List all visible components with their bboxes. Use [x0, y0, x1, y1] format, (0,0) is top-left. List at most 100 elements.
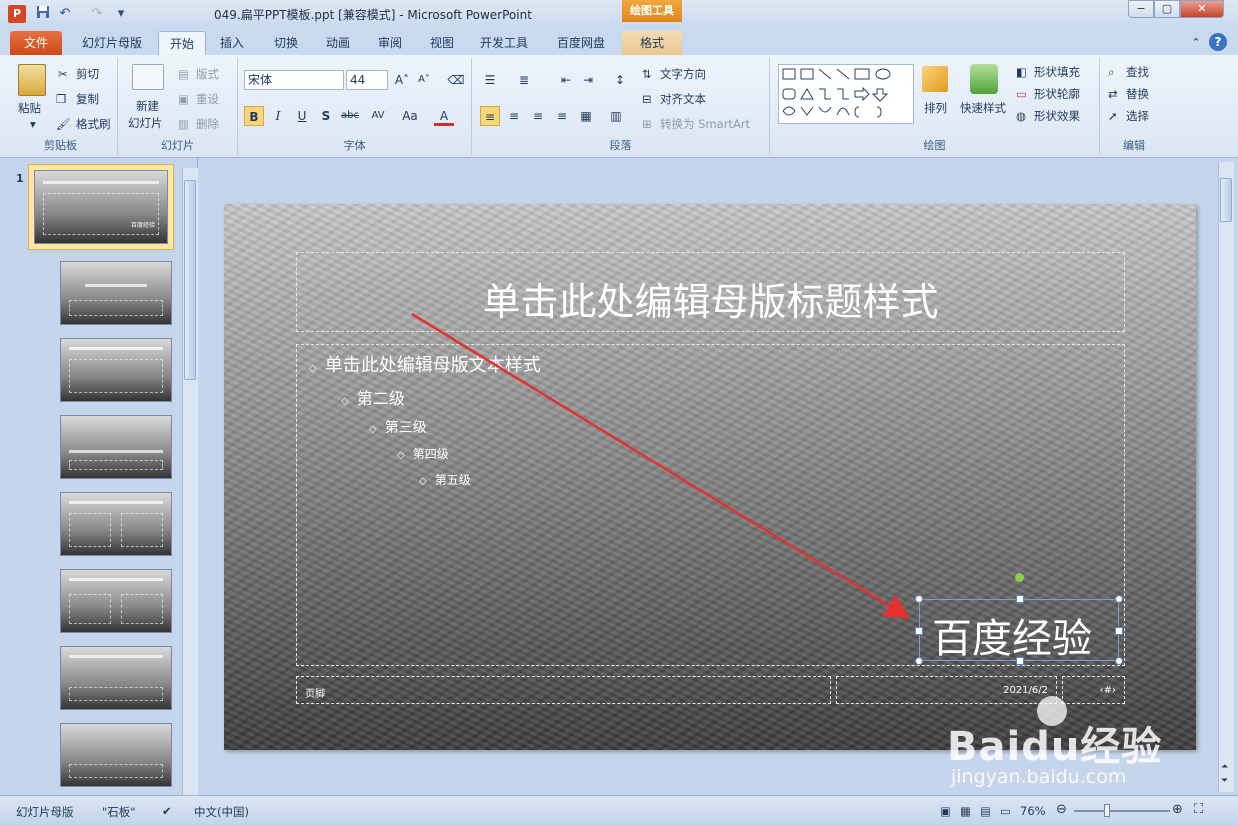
- shape-fill-icon[interactable]: ◧: [1016, 64, 1027, 80]
- replace-button[interactable]: 替换: [1126, 86, 1149, 102]
- thumbnail-layout-2[interactable]: [60, 338, 172, 402]
- cut-button[interactable]: 剪切: [76, 66, 99, 82]
- wordart-textbox[interactable]: 百度经验: [915, 573, 1123, 665]
- zoom-slider-track[interactable]: [1074, 810, 1170, 812]
- align-center-icon[interactable]: ≡: [504, 106, 524, 126]
- quick-styles-button[interactable]: 快速样式: [960, 100, 1006, 116]
- distributed-icon[interactable]: ▦: [576, 106, 596, 126]
- rotation-handle[interactable]: [1015, 573, 1024, 582]
- copy-icon[interactable]: ❐: [56, 91, 66, 107]
- tab-format[interactable]: 格式: [622, 31, 682, 55]
- tab-developer[interactable]: 开发工具: [472, 31, 536, 55]
- font-name-combo[interactable]: 宋体: [244, 70, 344, 90]
- shrink-font-icon[interactable]: A˅: [414, 70, 434, 90]
- resize-handle-e[interactable]: [1115, 627, 1123, 635]
- thumbnail-master[interactable]: 百度经验: [34, 170, 168, 244]
- shape-fill-button[interactable]: 形状填充: [1034, 64, 1080, 80]
- minimize-button[interactable]: −: [1128, 0, 1154, 18]
- next-slide-icon[interactable]: ⏷: [1221, 776, 1228, 786]
- font-size-combo[interactable]: 44: [346, 70, 388, 90]
- slide-scroll-thumb[interactable]: [1220, 178, 1232, 222]
- customize-qat-icon[interactable]: ▾: [112, 5, 130, 23]
- undo-icon[interactable]: ↶: [56, 5, 74, 23]
- thumbnail-layout-6[interactable]: [60, 646, 172, 710]
- format-painter-button[interactable]: 格式刷: [76, 116, 111, 132]
- zoom-out-icon[interactable]: ⊖: [1056, 802, 1067, 817]
- thumbnail-selected-frame[interactable]: 百度经验: [28, 164, 174, 250]
- numbering-icon[interactable]: ≣: [514, 70, 534, 90]
- find-icon[interactable]: ⌕: [1108, 64, 1114, 80]
- zoom-slider-thumb[interactable]: [1104, 804, 1110, 817]
- resize-handle-se[interactable]: [1115, 657, 1123, 665]
- shadow-button[interactable]: S: [316, 106, 336, 126]
- new-slide-label-2[interactable]: 幻灯片: [128, 115, 163, 131]
- resize-handle-s[interactable]: [1016, 657, 1024, 665]
- text-direction-button[interactable]: 文字方向: [660, 66, 706, 82]
- slide-scrollbar[interactable]: ⏶ ⏷: [1218, 162, 1234, 792]
- new-slide-button[interactable]: 新建: [136, 98, 159, 114]
- replace-icon[interactable]: ⇄: [1108, 86, 1118, 102]
- minimize-ribbon-icon[interactable]: ⌃: [1188, 31, 1204, 55]
- layout-button[interactable]: 版式: [196, 66, 219, 82]
- find-button[interactable]: 查找: [1126, 64, 1149, 80]
- thumbnail-scrollbar[interactable]: [182, 168, 198, 795]
- select-button[interactable]: 选择: [1126, 108, 1149, 124]
- italic-button[interactable]: I: [268, 106, 288, 126]
- bold-button[interactable]: B: [244, 106, 264, 126]
- slide-master[interactable]: 单击此处编辑母版标题样式 ◇ 单击此处编辑母版文本样式 ◇ 第二级 ◇ 第三级 ◇ 第四…: [224, 204, 1196, 750]
- strikethrough-button[interactable]: abc: [338, 106, 362, 126]
- tab-view[interactable]: 视图: [420, 31, 464, 55]
- increase-indent-icon[interactable]: ⇥: [578, 70, 598, 90]
- resize-handle-n[interactable]: [1016, 595, 1024, 603]
- normal-view-icon[interactable]: ▣: [940, 804, 951, 818]
- language-indicator[interactable]: 中文(中国): [194, 804, 249, 820]
- close-button[interactable]: ✕: [1180, 0, 1224, 18]
- tab-transitions[interactable]: 切换: [264, 31, 308, 55]
- reading-view-icon[interactable]: ▤: [980, 804, 991, 818]
- shapes-gallery[interactable]: [778, 64, 914, 124]
- align-text-button[interactable]: 对齐文本: [660, 91, 706, 107]
- thumbnail-scroll-thumb[interactable]: [184, 180, 196, 380]
- spell-check-icon[interactable]: ✔: [162, 804, 172, 818]
- tab-baidu-disk[interactable]: 百度网盘: [546, 31, 616, 55]
- tab-animations[interactable]: 动画: [316, 31, 360, 55]
- resize-handle-nw[interactable]: [915, 595, 923, 603]
- wordart-text[interactable]: 百度经验: [932, 606, 1092, 664]
- clear-format-icon[interactable]: ⌫: [446, 70, 466, 90]
- resize-handle-ne[interactable]: [1115, 595, 1123, 603]
- slide-sorter-icon[interactable]: ▦: [960, 804, 971, 818]
- shape-effects-icon[interactable]: ◍: [1016, 108, 1026, 124]
- line-spacing-icon[interactable]: ↕: [610, 70, 630, 90]
- tab-slide-master[interactable]: 幻灯片母版: [72, 31, 152, 55]
- shape-outline-button[interactable]: 形状轮廓: [1034, 86, 1080, 102]
- reset-button[interactable]: 重设: [196, 91, 219, 107]
- tab-home[interactable]: 开始: [158, 31, 206, 55]
- thumbnail-layout-7[interactable]: [60, 723, 172, 787]
- fit-to-window-icon[interactable]: ⛶: [1194, 802, 1203, 817]
- copy-button[interactable]: 复制: [76, 91, 99, 107]
- grow-font-icon[interactable]: A˄: [392, 70, 412, 90]
- thumbnail-layout-1[interactable]: [60, 261, 172, 325]
- paste-dropdown-icon[interactable]: ▾: [30, 116, 36, 132]
- select-icon[interactable]: ➚: [1108, 108, 1118, 124]
- arrange-button[interactable]: 排列: [924, 100, 947, 116]
- powerpoint-app-icon[interactable]: P: [8, 5, 26, 23]
- justify-icon[interactable]: ≡: [552, 106, 572, 126]
- cut-icon[interactable]: ✂: [58, 66, 68, 82]
- zoom-in-icon[interactable]: ⊕: [1172, 802, 1183, 817]
- help-icon[interactable]: ?: [1209, 33, 1227, 51]
- format-painter-icon[interactable]: 🖌: [56, 116, 71, 132]
- change-case-button[interactable]: Aa: [398, 106, 422, 126]
- delete-button[interactable]: 删除: [196, 116, 219, 132]
- tab-insert[interactable]: 插入: [212, 31, 252, 55]
- tab-file[interactable]: 文件: [10, 31, 62, 55]
- bullets-icon[interactable]: ☰: [480, 70, 500, 90]
- maximize-button[interactable]: ▢: [1154, 0, 1180, 18]
- align-left-icon[interactable]: ≡: [480, 106, 500, 126]
- underline-button[interactable]: U: [292, 106, 312, 126]
- columns-icon[interactable]: ▥: [606, 106, 626, 126]
- shape-outline-icon[interactable]: ▭: [1016, 86, 1027, 102]
- font-color-button[interactable]: A: [434, 106, 454, 126]
- thumbnail-layout-3[interactable]: [60, 415, 172, 479]
- resize-handle-sw[interactable]: [915, 657, 923, 665]
